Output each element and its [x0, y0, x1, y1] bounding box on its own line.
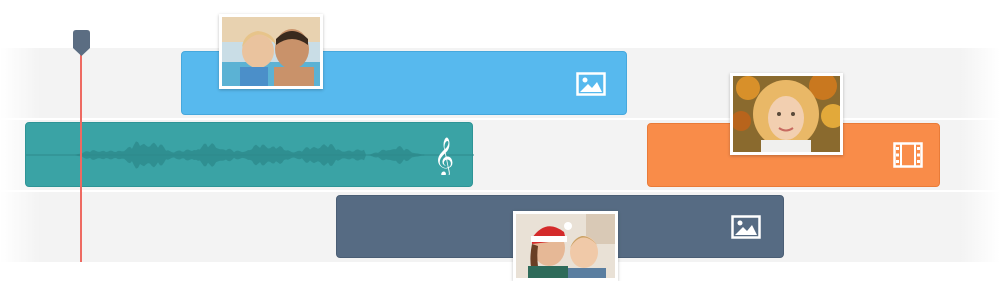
- mother-and-child-thumbnail[interactable]: [513, 211, 618, 281]
- timeline: 𝄞: [0, 0, 1000, 281]
- audio-clip[interactable]: 𝄞: [25, 122, 474, 187]
- image-icon: [576, 72, 606, 101]
- image-icon: [731, 215, 761, 244]
- audio-waveform: [26, 141, 474, 169]
- father-and-child-thumbnail[interactable]: [219, 14, 323, 89]
- playhead-line: [80, 46, 82, 262]
- treble-clef-icon: 𝄞: [431, 135, 457, 180]
- film-strip-icon: [893, 142, 923, 173]
- playhead-handle[interactable]: [73, 30, 90, 61]
- girl-with-leaves-thumbnail[interactable]: [730, 73, 843, 155]
- svg-text:𝄞: 𝄞: [434, 137, 454, 175]
